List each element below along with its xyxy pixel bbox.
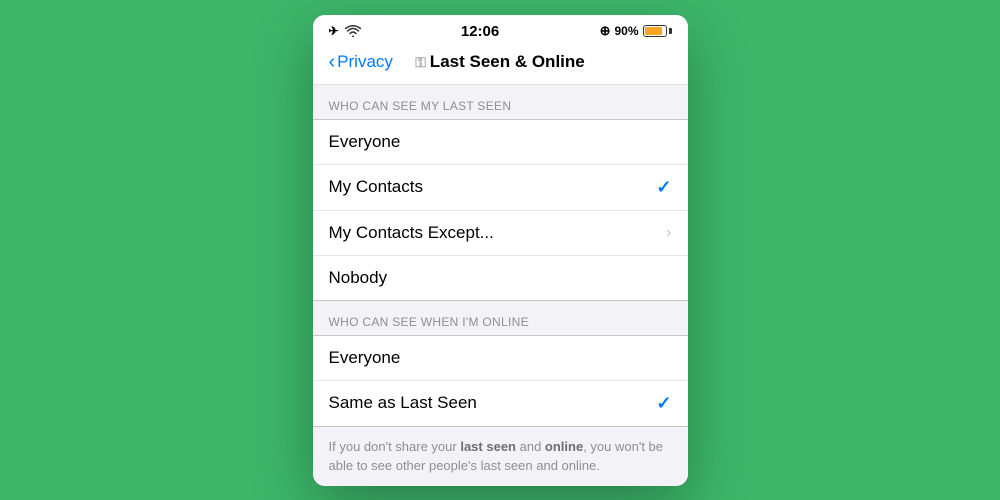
wifi-icon (345, 25, 361, 37)
nav-title: ⚿ Last Seen & Online (415, 52, 584, 72)
checkmark-icon-2: ✓ (656, 393, 671, 414)
bold-online: online (545, 439, 583, 454)
checkmark-icon: ✓ (656, 177, 671, 198)
bold-last-seen: last seen (460, 439, 516, 454)
row-right-checked2: ✓ (656, 393, 671, 414)
last-seen-section: Everyone My Contacts ✓ My Contacts Excep… (313, 119, 688, 301)
battery-icon (643, 25, 672, 37)
status-right: ⊕ 90% (600, 23, 672, 39)
row-label-everyone: Everyone (329, 132, 401, 152)
chevron-right-icon: › (666, 224, 671, 242)
back-label: Privacy (337, 52, 393, 72)
section-header-last-seen: WHO CAN SEE MY LAST SEEN (313, 85, 688, 119)
back-button[interactable]: ‹ Privacy (329, 52, 393, 72)
row-label-same-as-last-seen: Same as Last Seen (329, 393, 477, 413)
info-text: If you don't share your last seen and on… (313, 427, 688, 486)
status-left: ✈ (329, 24, 361, 38)
row-label-my-contacts-except: My Contacts Except... (329, 223, 494, 243)
row-label-my-contacts: My Contacts (329, 177, 423, 197)
list-item[interactable]: Everyone (313, 120, 688, 165)
battery-pct: 90% (614, 24, 638, 38)
section-header-online: WHO CAN SEE WHEN I'M ONLINE (313, 301, 688, 335)
nav-bar: ‹ Privacy ⚿ Last Seen & Online (313, 44, 688, 85)
lock-icon: ⚿ (415, 54, 430, 70)
list-item[interactable]: Nobody (313, 256, 688, 300)
status-time: 12:06 (461, 23, 499, 40)
list-item[interactable]: Everyone (313, 336, 688, 381)
list-item[interactable]: My Contacts Except... › (313, 211, 688, 256)
row-label-nobody: Nobody (329, 268, 388, 288)
page-title: Last Seen & Online (430, 52, 585, 71)
online-section: Everyone Same as Last Seen ✓ (313, 335, 688, 427)
airplane-icon: ✈ (329, 24, 339, 38)
location-icon: ⊕ (600, 23, 611, 39)
list-item[interactable]: My Contacts ✓ (313, 165, 688, 211)
row-right-chevron: › (666, 224, 671, 242)
status-bar: ✈ 12:06 ⊕ 90% (313, 15, 688, 44)
back-chevron-icon: ‹ (329, 52, 336, 72)
list-item[interactable]: Same as Last Seen ✓ (313, 381, 688, 426)
row-right-checked: ✓ (656, 177, 671, 198)
phone-content: WHO CAN SEE MY LAST SEEN Everyone My Con… (313, 85, 688, 486)
row-label-everyone-online: Everyone (329, 348, 401, 368)
